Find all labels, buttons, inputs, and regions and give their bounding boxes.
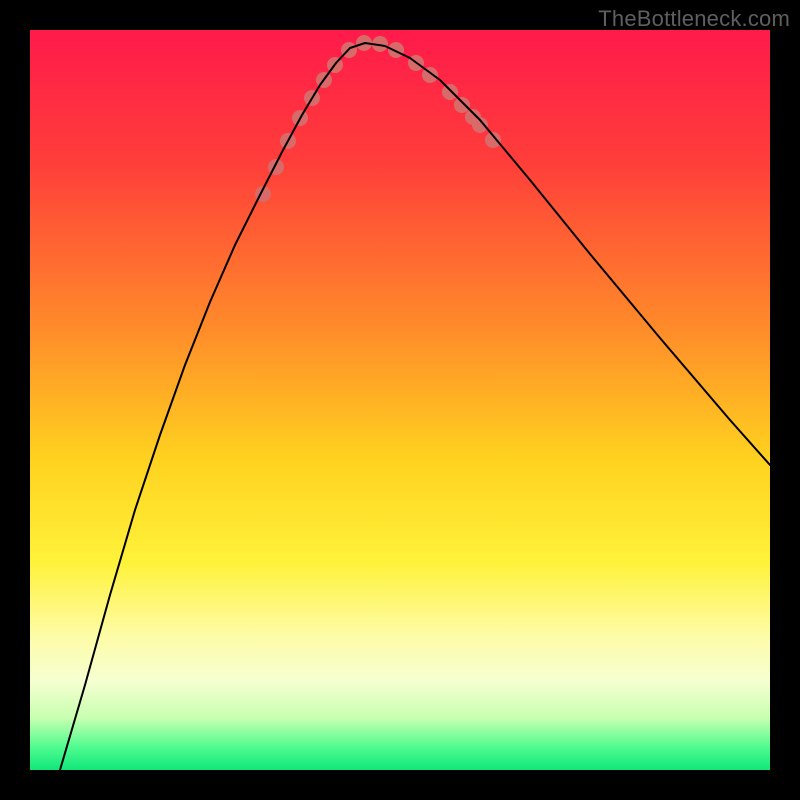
marker-dot — [442, 84, 458, 100]
chart-frame: TheBottleneck.com — [0, 0, 800, 800]
marker-dot — [388, 42, 404, 58]
watermark-text: TheBottleneck.com — [598, 6, 790, 32]
marker-dot — [454, 97, 470, 113]
plot-area — [30, 30, 770, 770]
gradient-background — [30, 30, 770, 770]
chart-svg — [30, 30, 770, 770]
